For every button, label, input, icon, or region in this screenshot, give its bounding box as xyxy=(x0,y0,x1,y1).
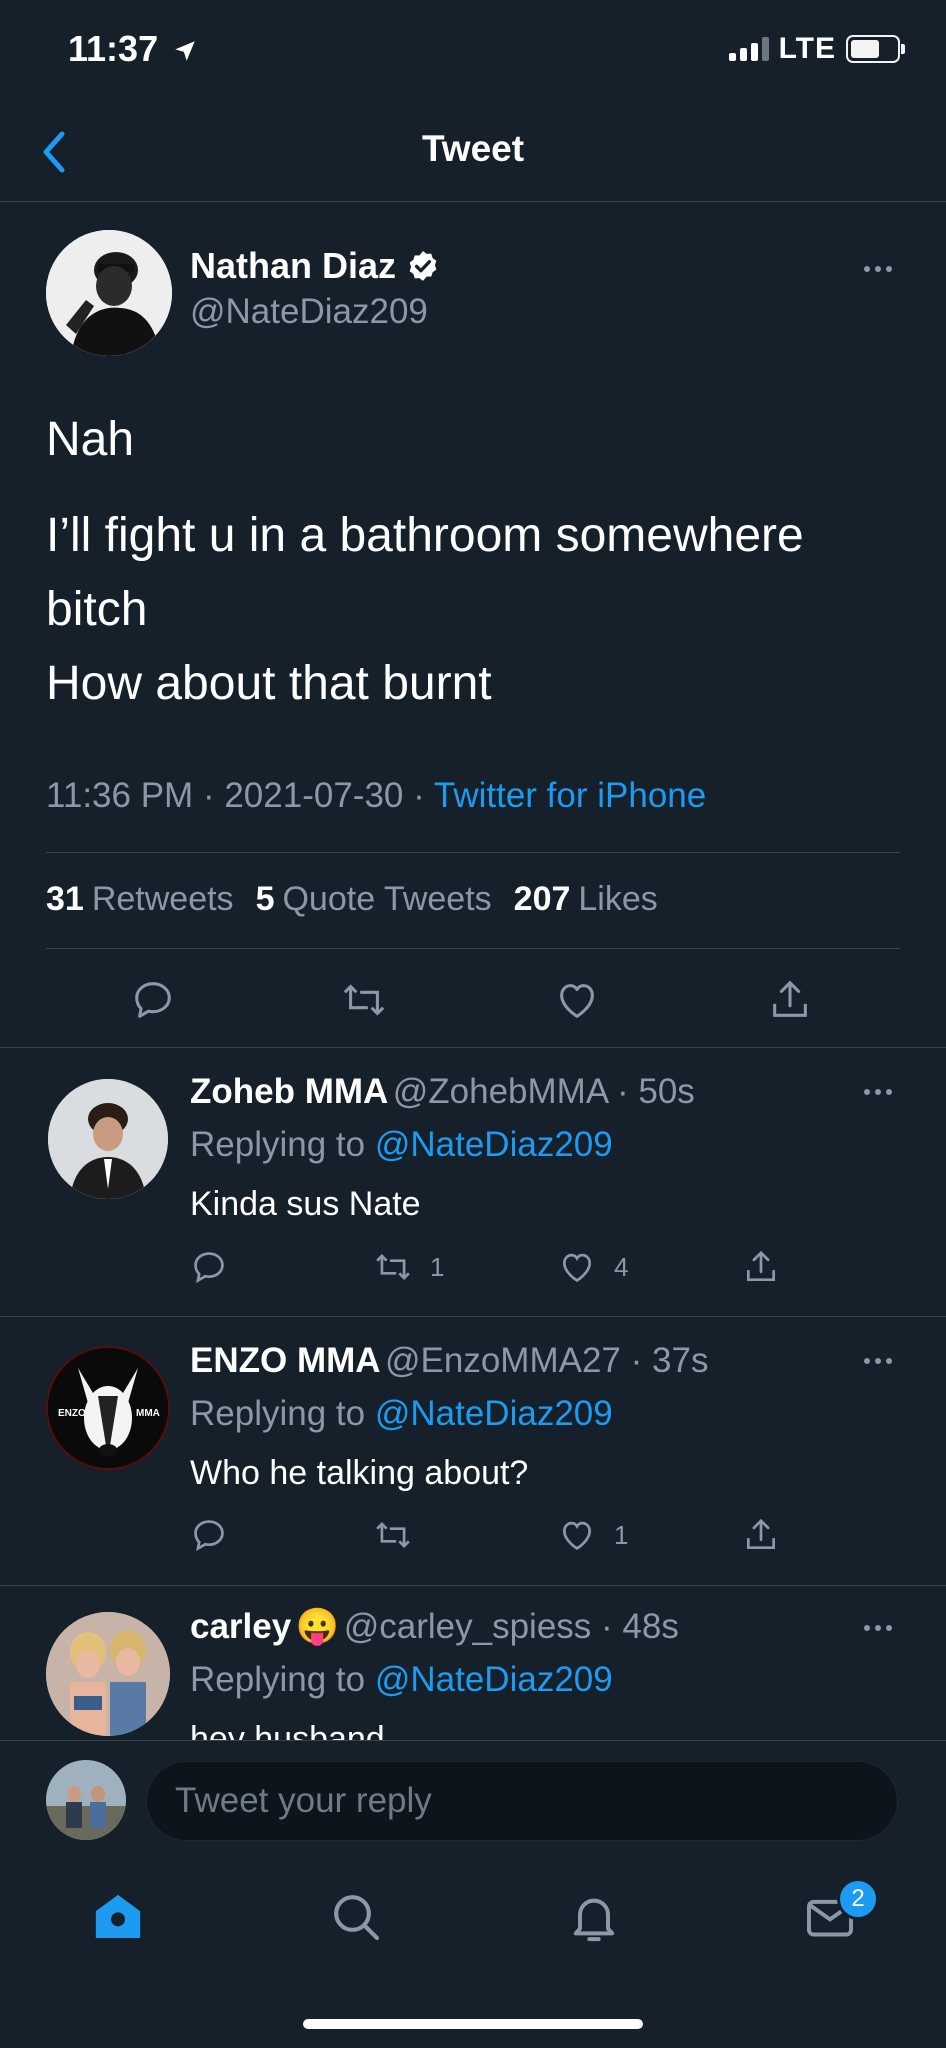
current-user-avatar[interactable] xyxy=(46,1760,126,1840)
messages-badge: 2 xyxy=(837,1878,879,1920)
network-label: LTE xyxy=(778,32,836,65)
like-heart-icon[interactable] xyxy=(558,1248,596,1286)
retweet-icon[interactable] xyxy=(374,1516,412,1554)
reply-time: 37s xyxy=(652,1341,709,1380)
replying-to-line: Replying to @NateDiaz209 xyxy=(190,1394,613,1433)
reply-avatar[interactable]: ENZO MMA xyxy=(46,1346,170,1470)
share-action[interactable] xyxy=(742,1248,780,1286)
share-icon[interactable] xyxy=(767,977,813,1023)
reply-item-clipped: carley 😛 @carley_spiess · 48s Replying t… xyxy=(0,1586,946,1740)
divider xyxy=(0,1047,946,1048)
author-handle[interactable]: @NateDiaz209 xyxy=(190,292,428,332)
replying-to-line: Replying to @NateDiaz209 xyxy=(190,1125,613,1164)
like-count: 1 xyxy=(614,1519,629,1550)
reply-author-emoji: 😛 xyxy=(295,1607,340,1646)
signal-icon xyxy=(728,37,769,61)
tweet-text-line: How about that burnt xyxy=(46,657,492,710)
retweet-icon[interactable] xyxy=(374,1248,412,1286)
reply-time: 50s xyxy=(638,1072,695,1111)
retweet-count: 1 xyxy=(430,1251,445,1282)
likes-stat[interactable]: 207 Likes xyxy=(514,880,658,919)
tweet-text-line: bitch xyxy=(46,583,148,636)
share-action[interactable] xyxy=(742,1516,780,1554)
share-icon[interactable] xyxy=(742,1516,780,1554)
reply-author-handle[interactable]: @EnzoMMA27 xyxy=(385,1341,621,1380)
reply-text: Who he talking about? xyxy=(190,1454,529,1492)
battery-icon xyxy=(846,35,905,63)
reply-action[interactable] xyxy=(190,1516,228,1554)
like-heart-icon[interactable] xyxy=(554,977,600,1023)
like-action[interactable]: 1 xyxy=(558,1516,628,1554)
home-icon[interactable] xyxy=(90,1889,146,1945)
reply-header: ENZO MMA @EnzoMMA27 · 37s xyxy=(190,1341,709,1380)
reply-text: hey husband xyxy=(190,1720,385,1740)
reply-avatar[interactable] xyxy=(48,1079,168,1199)
page-title: Tweet xyxy=(421,128,525,169)
replying-to-link[interactable]: @NateDiaz209 xyxy=(375,1660,613,1699)
like-count: 4 xyxy=(614,1251,629,1282)
tweet-stats: 31 Retweets 5 Quote Tweets 207 Likes xyxy=(46,880,658,919)
tweet-source-link[interactable]: Twitter for iPhone xyxy=(434,776,706,815)
location-arrow-icon xyxy=(175,41,195,62)
reply-header: carley 😛 @carley_spiess · 48s xyxy=(190,1607,679,1646)
more-options-icon[interactable] xyxy=(864,1358,892,1364)
retweet-action[interactable] xyxy=(374,1516,430,1554)
reply-author-name[interactable]: Zoheb MMA xyxy=(190,1072,388,1111)
avatar-text: ENZO xyxy=(58,1408,86,1419)
reply-time: 48s xyxy=(622,1607,679,1646)
reply-avatar[interactable] xyxy=(46,1612,170,1736)
status-indicators: LTE xyxy=(728,32,905,66)
replying-to-link[interactable]: @NateDiaz209 xyxy=(375,1125,613,1164)
reply-action[interactable] xyxy=(190,1248,228,1286)
status-time: 11:37 xyxy=(68,28,198,70)
more-options-icon[interactable] xyxy=(864,1625,892,1631)
reply-text: Kinda sus Nate xyxy=(190,1185,421,1223)
retweet-action[interactable]: 1 xyxy=(374,1248,444,1286)
tweet-text-line: I’ll fight u in a bathroom somewhere xyxy=(46,509,804,562)
search-icon[interactable] xyxy=(328,1889,384,1945)
more-options-icon[interactable] xyxy=(864,266,892,272)
tweet-meta: 11:36 PM · 2021-07-30 · Twitter for iPho… xyxy=(46,776,707,815)
divider xyxy=(46,948,900,949)
reply-author-name[interactable]: ENZO MMA xyxy=(190,1341,381,1380)
notifications-bell-icon[interactable] xyxy=(566,1889,622,1945)
replying-to-line: Replying to @NateDiaz209 xyxy=(190,1660,613,1699)
reply-author-name[interactable]: carley xyxy=(190,1607,291,1646)
avatar-text: MMA xyxy=(136,1408,160,1419)
like-action[interactable]: 4 xyxy=(558,1248,628,1286)
reply-icon[interactable] xyxy=(190,1248,228,1286)
retweets-stat[interactable]: 31 Retweets xyxy=(46,880,234,919)
divider xyxy=(46,852,900,853)
tweet-time: 11:36 PM xyxy=(46,776,194,815)
reply-author-handle[interactable]: @carley_spiess xyxy=(344,1607,592,1646)
tweet-reply-input[interactable]: Tweet your reply xyxy=(146,1761,898,1841)
like-heart-icon[interactable] xyxy=(558,1516,596,1554)
replying-to-link[interactable]: @NateDiaz209 xyxy=(375,1394,613,1433)
tweet-date: 2021-07-30 xyxy=(224,776,404,815)
header-divider xyxy=(0,201,946,202)
tweet-text-line: Nah xyxy=(46,413,135,466)
verified-badge-icon xyxy=(409,251,437,281)
more-options-icon[interactable] xyxy=(864,1089,892,1095)
quote-tweets-stat[interactable]: 5 Quote Tweets xyxy=(256,880,492,919)
reply-icon[interactable] xyxy=(190,1516,228,1554)
divider xyxy=(0,1740,946,1741)
reply-header: Zoheb MMA @ZohebMMA · 50s xyxy=(190,1072,695,1111)
reply-icon[interactable] xyxy=(130,977,176,1023)
share-icon[interactable] xyxy=(742,1248,780,1286)
reply-author-handle[interactable]: @ZohebMMA xyxy=(393,1072,608,1111)
author-name[interactable]: Nathan Diaz xyxy=(190,245,440,287)
divider xyxy=(0,1316,946,1317)
author-avatar[interactable] xyxy=(46,230,172,356)
home-indicator[interactable] xyxy=(303,2019,643,2029)
retweet-icon[interactable] xyxy=(341,977,387,1023)
